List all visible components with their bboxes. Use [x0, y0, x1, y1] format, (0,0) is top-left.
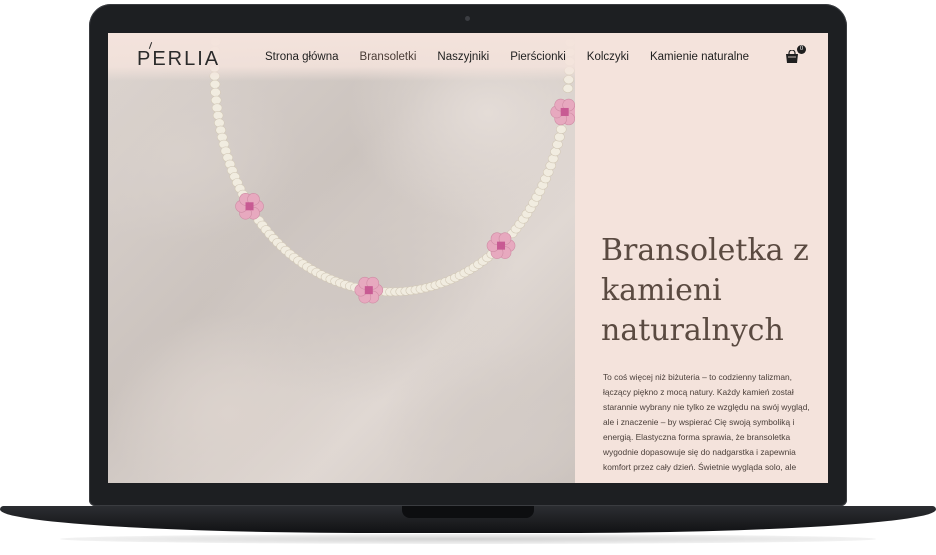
laptop-notch [402, 506, 534, 518]
bracelet-illustration [209, 33, 575, 304]
bead [211, 103, 223, 113]
screen: PERLIA Strona główna Bransoletki Naszyjn… [108, 33, 828, 483]
nav-item-natural-stones[interactable]: Kamienie naturalne [650, 51, 749, 63]
nav-item-home[interactable]: Strona główna [265, 51, 339, 63]
flower-charm [486, 232, 516, 259]
nav-item-bracelets[interactable]: Bransoletki [360, 51, 417, 63]
nav-item-necklaces[interactable]: Naszyjniki [437, 51, 489, 63]
cart-count-badge: 0 [797, 45, 806, 54]
bead [562, 83, 574, 93]
flower-charm [235, 193, 264, 220]
bead [210, 87, 221, 97]
nav-item-rings[interactable]: Pierścionki [510, 51, 566, 63]
bead [555, 124, 567, 134]
bead [209, 79, 221, 89]
flower-charm [354, 276, 384, 304]
bead [210, 95, 222, 105]
site-header: PERLIA Strona główna Bransoletki Naszyjn… [108, 33, 828, 81]
camera-icon [465, 16, 470, 21]
main-nav: Strona główna Bransoletki Naszyjniki Pie… [265, 51, 770, 63]
logo[interactable]: PERLIA [137, 48, 220, 71]
device-shadow [60, 534, 876, 544]
bead [552, 139, 563, 149]
product-panel: Bransoletka z kamieni naturalnych To coś… [575, 81, 828, 483]
flower-charm [550, 98, 575, 126]
hero-image [108, 33, 575, 483]
bead [554, 132, 565, 142]
product-description: To coś więcej niż biżuteria – to codzien… [603, 372, 810, 472]
bead [212, 110, 224, 120]
product-title: Bransoletka z kamieni naturalnych [601, 233, 809, 348]
nav-item-earrings[interactable]: Kolczyki [587, 51, 629, 63]
